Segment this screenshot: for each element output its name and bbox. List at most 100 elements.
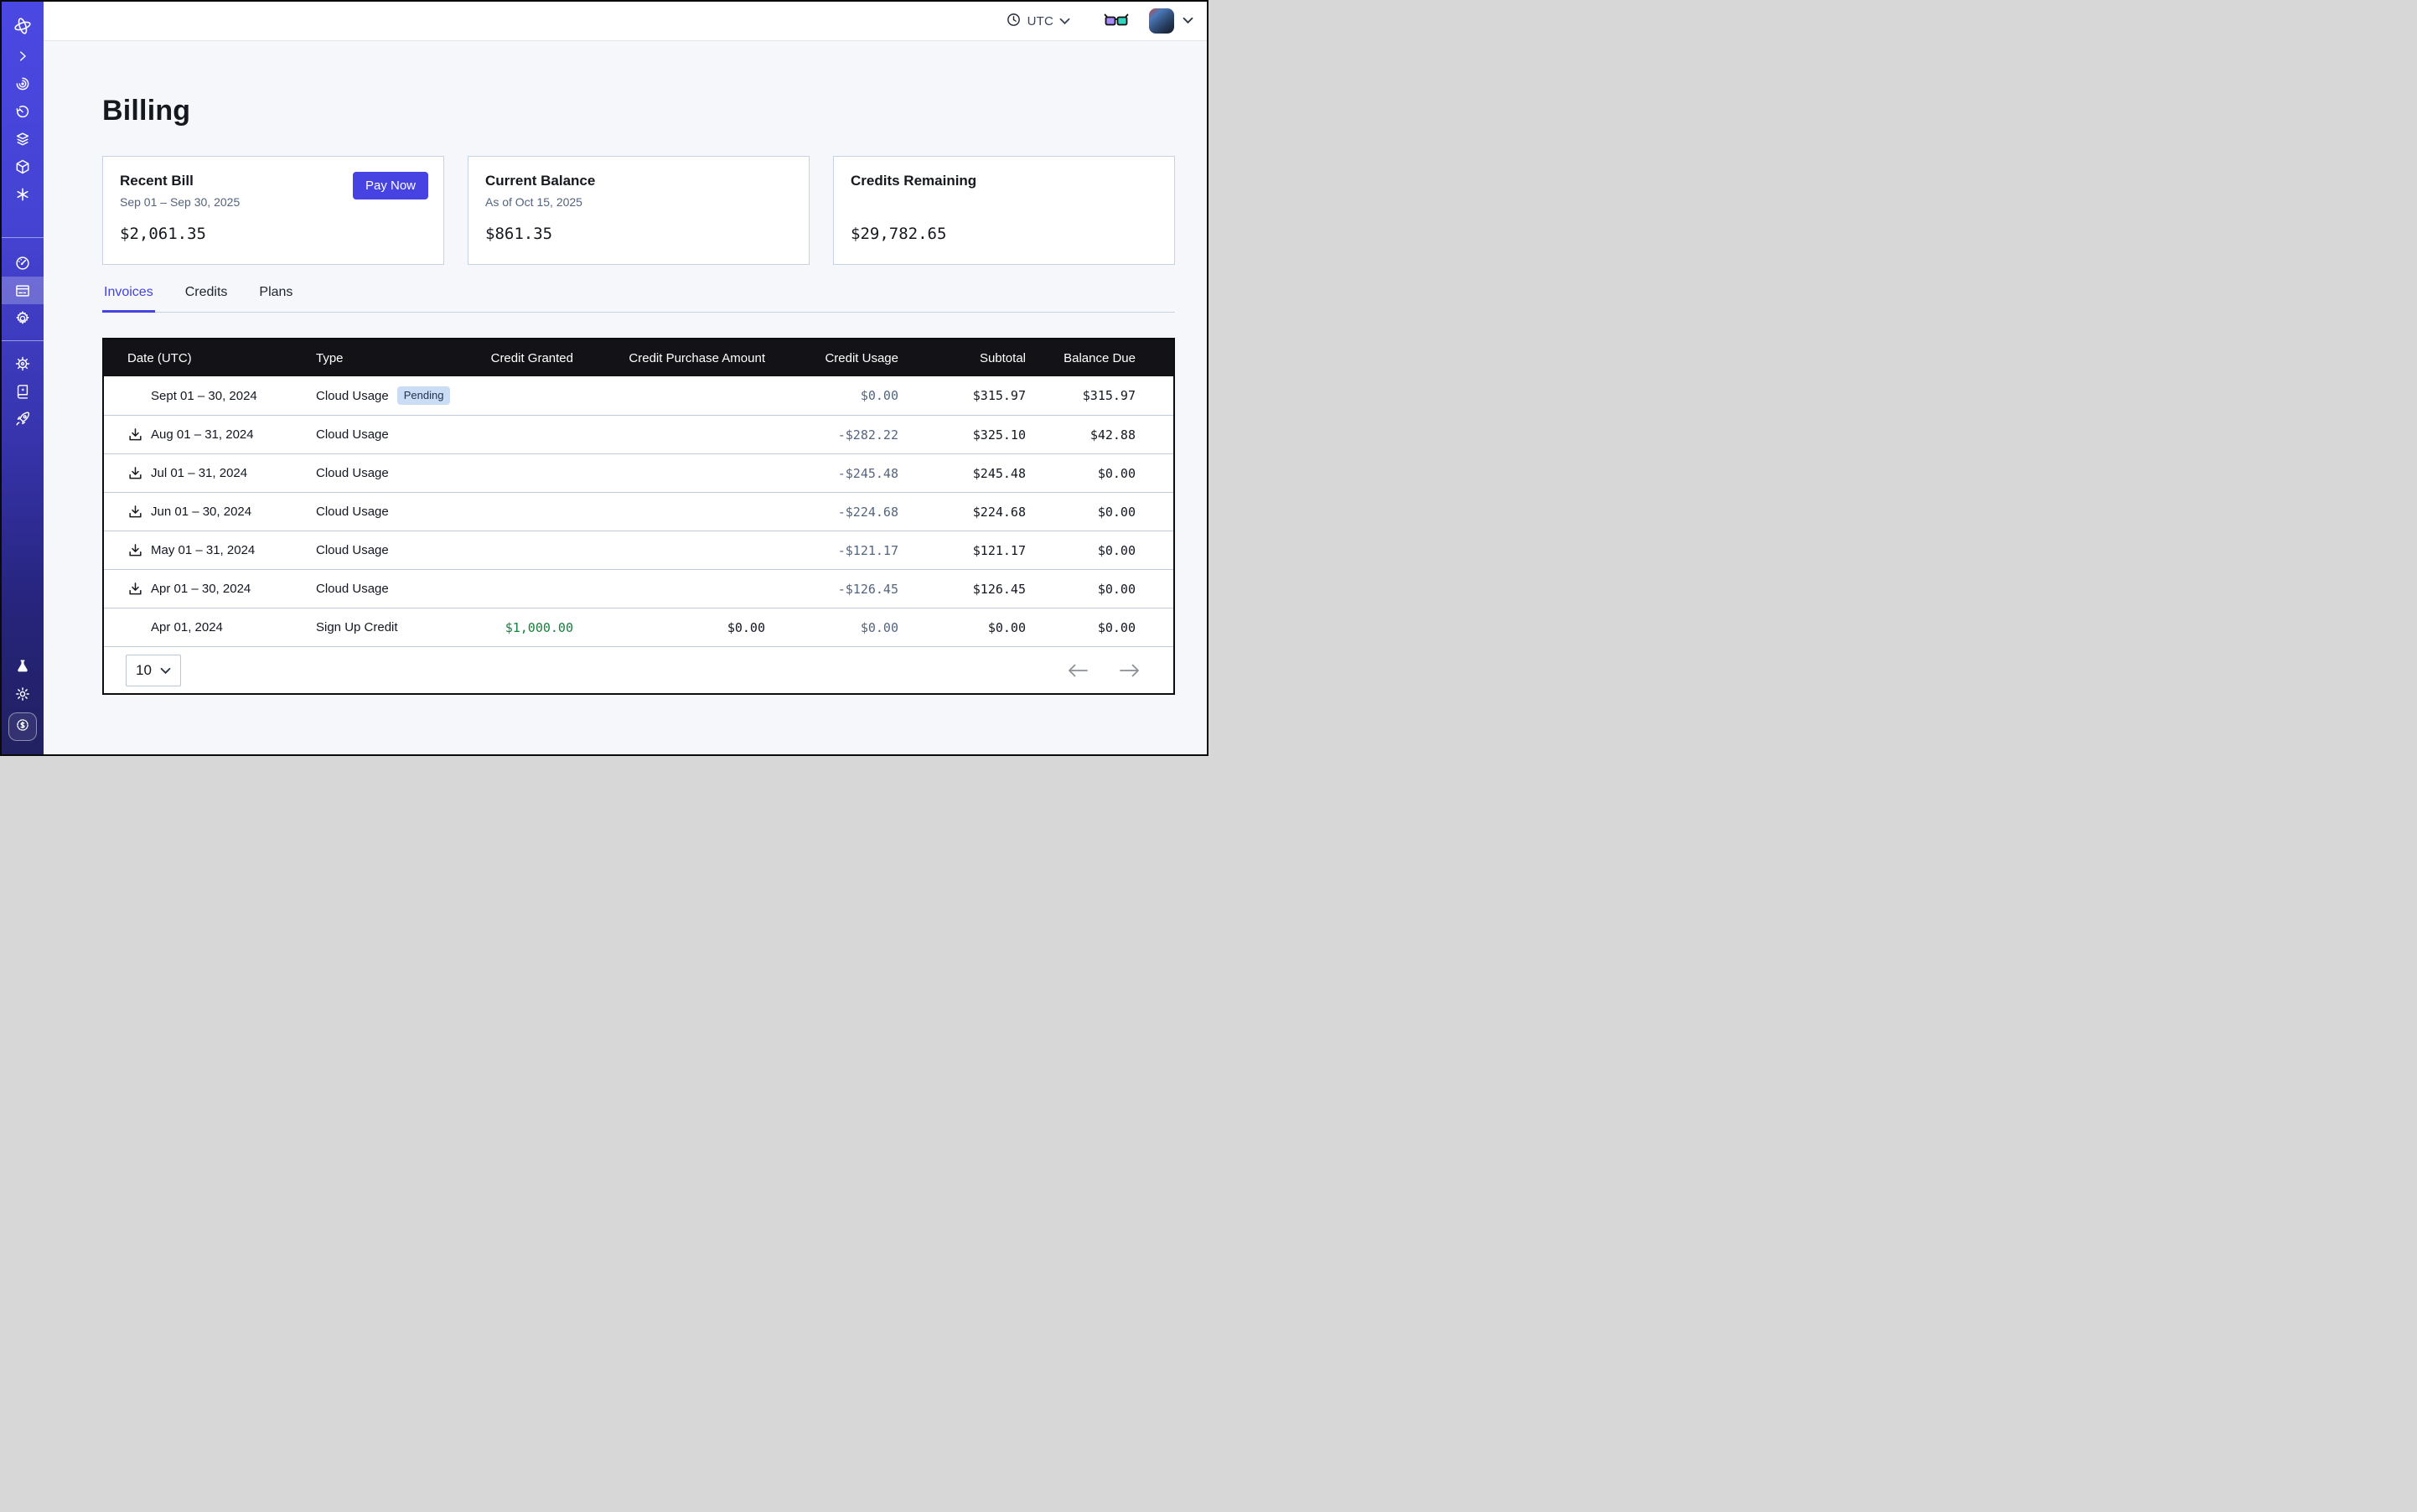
app-logo[interactable] [2,10,44,42]
cell-subtotal: $245.48 [898,466,1026,481]
page-title: Billing [102,95,1175,127]
timer-icon [14,103,31,120]
sidebar-item-billing[interactable] [2,277,44,304]
credits-promo-button[interactable] [8,712,37,741]
table-row: Jul 01 – 31, 2024 Cloud Usage -$245.48$245… [104,453,1173,492]
orbit-logo-icon [12,15,34,37]
cell-credit-usage: -$282.22 [765,427,898,443]
chevron-down-icon [1059,14,1070,28]
cell-subtotal: $315.97 [898,388,1026,403]
avatar[interactable] [1149,8,1174,34]
cell-date: Apr 01, 2024 [104,620,316,635]
chevron-down-icon [1183,13,1193,28]
column-header-credit-purchase-amount: Credit Purchase Amount [573,351,765,365]
sidebar-item-launch[interactable] [2,405,44,432]
cell-subtotal: $224.68 [898,505,1026,520]
billing-tabs: Invoices Credits Plans [102,285,1175,313]
sidebar-item-expand[interactable] [2,42,44,70]
billing-page: Billing Recent Bill Sep 01 – Sep 30, 202… [44,41,1208,754]
tab-plans[interactable]: Plans [257,285,294,313]
cell-date: May 01 – 31, 2024 [104,543,316,558]
sidebar-item-asterisk[interactable] [2,180,44,208]
column-header-balance-due: Balance Due [1026,351,1177,365]
cell-credit-usage: -$245.48 [765,466,898,481]
invoice-type: Cloud Usage [316,466,389,480]
invoice-type: Sign Up Credit [316,620,398,634]
cell-credit-usage: $0.00 [765,620,898,635]
cell-type: Cloud Usage [316,543,467,557]
table-row: Aug 01 – 31, 2024Cloud Usage-$282.22$325… [104,415,1173,453]
icon-spacer [127,620,142,635]
table-row: May 01 – 31, 2024Cloud Usage-$121.17$121… [104,531,1173,569]
sidebar-item-settings[interactable] [2,304,44,332]
credits-remaining-card: Credits Remaining $29,782.65 [833,156,1175,265]
invoice-type: Cloud Usage [316,389,389,403]
column-header-date: Date (UTC) [104,351,316,365]
topbar: UTC [44,2,1208,41]
cell-type: Cloud UsagePending [316,386,467,405]
account-menu-chevron[interactable] [1183,13,1193,28]
sidebar-item-layers[interactable] [2,125,44,153]
cell-date: Sept 01 – 30, 2024 [104,388,316,403]
column-header-subtotal: Subtotal [898,351,1026,365]
sidebar-item-docs[interactable] [2,377,44,405]
sidebar-item-timer[interactable] [2,97,44,125]
card-title: Current Balance [485,173,792,189]
cell-date: Jul 01 – 31, 2024 [104,466,316,481]
sidebar-item-observe[interactable] [2,70,44,97]
summary-cards: Recent Bill Sep 01 – Sep 30, 2025 $2,061… [102,156,1175,265]
table-row: Apr 01 – 30, 2024Cloud Usage-$126.45$126… [104,569,1173,608]
sidebar-item-cube[interactable] [2,153,44,180]
credits-remaining-amount: $29,782.65 [851,225,1157,243]
cell-date: Apr 01 – 30, 2024 [104,582,316,597]
invoice-date: Sept 01 – 30, 2024 [151,389,257,403]
tab-invoices[interactable]: Invoices [102,285,155,313]
page-size-value: 10 [136,662,152,679]
sidebar-item-helm[interactable] [2,350,44,377]
invoices-table: Date (UTC) Type Credit Granted Credit Pu… [102,338,1175,695]
table-body: Sept 01 – 30, 2024 Cloud UsagePending $0.0… [104,376,1173,646]
chevron-down-icon [160,662,171,679]
sidebar-item-theme-toggle[interactable] [2,680,44,707]
column-header-credit-granted: Credit Granted [467,351,573,365]
invoice-type: Cloud Usage [316,427,389,442]
dollar-badge-icon [14,717,31,738]
table-row: Apr 01, 2024Sign Up Credit$1,000.00$0.00… [104,608,1173,646]
download-invoice-icon[interactable] [127,466,142,481]
cell-balance-due: $0.00 [1026,620,1177,635]
pay-now-button[interactable]: Pay Now [353,172,428,199]
previous-page-arrow-icon[interactable] [1068,664,1088,677]
timezone-selector[interactable]: UTC [1006,12,1070,31]
cell-type: Sign Up Credit [316,620,467,634]
3d-glasses-icon[interactable] [1104,13,1129,29]
invoice-type: Cloud Usage [316,543,389,557]
cell-credit-usage: -$121.17 [765,543,898,558]
clock-icon [1006,12,1022,31]
gear-icon [14,310,31,327]
cell-balance-due: $0.00 [1026,466,1177,481]
download-invoice-icon[interactable] [127,427,142,443]
invoice-date: Apr 01, 2024 [151,620,223,634]
cell-credit-usage: -$224.68 [765,505,898,520]
download-invoice-icon[interactable] [127,505,142,520]
next-page-arrow-icon[interactable] [1120,664,1140,677]
download-invoice-icon[interactable] [127,543,142,558]
billing-card-icon [14,282,31,299]
download-invoice-icon[interactable] [127,582,142,597]
table-row: Jun 01 – 30, 2024Cloud Usage-$224.68$224… [104,492,1173,531]
sidebar-item-usage[interactable] [2,249,44,277]
table-header: Date (UTC) Type Credit Granted Credit Pu… [104,339,1173,376]
cell-type: Cloud Usage [316,505,467,519]
page-size-select[interactable]: 10 [126,655,181,686]
column-header-type: Type [316,351,467,365]
chevron-right-icon [15,49,30,64]
tab-credits[interactable]: Credits [184,285,230,313]
card-title: Credits Remaining [851,173,1157,189]
sidebar-divider [2,340,44,341]
invoice-date: Jul 01 – 31, 2024 [151,466,247,480]
cell-subtotal: $126.45 [898,582,1026,597]
sidebar-item-labs[interactable] [2,652,44,680]
cell-credit-usage: -$126.45 [765,582,898,597]
layers-icon [14,131,31,148]
spiral-eye-icon [14,75,31,92]
